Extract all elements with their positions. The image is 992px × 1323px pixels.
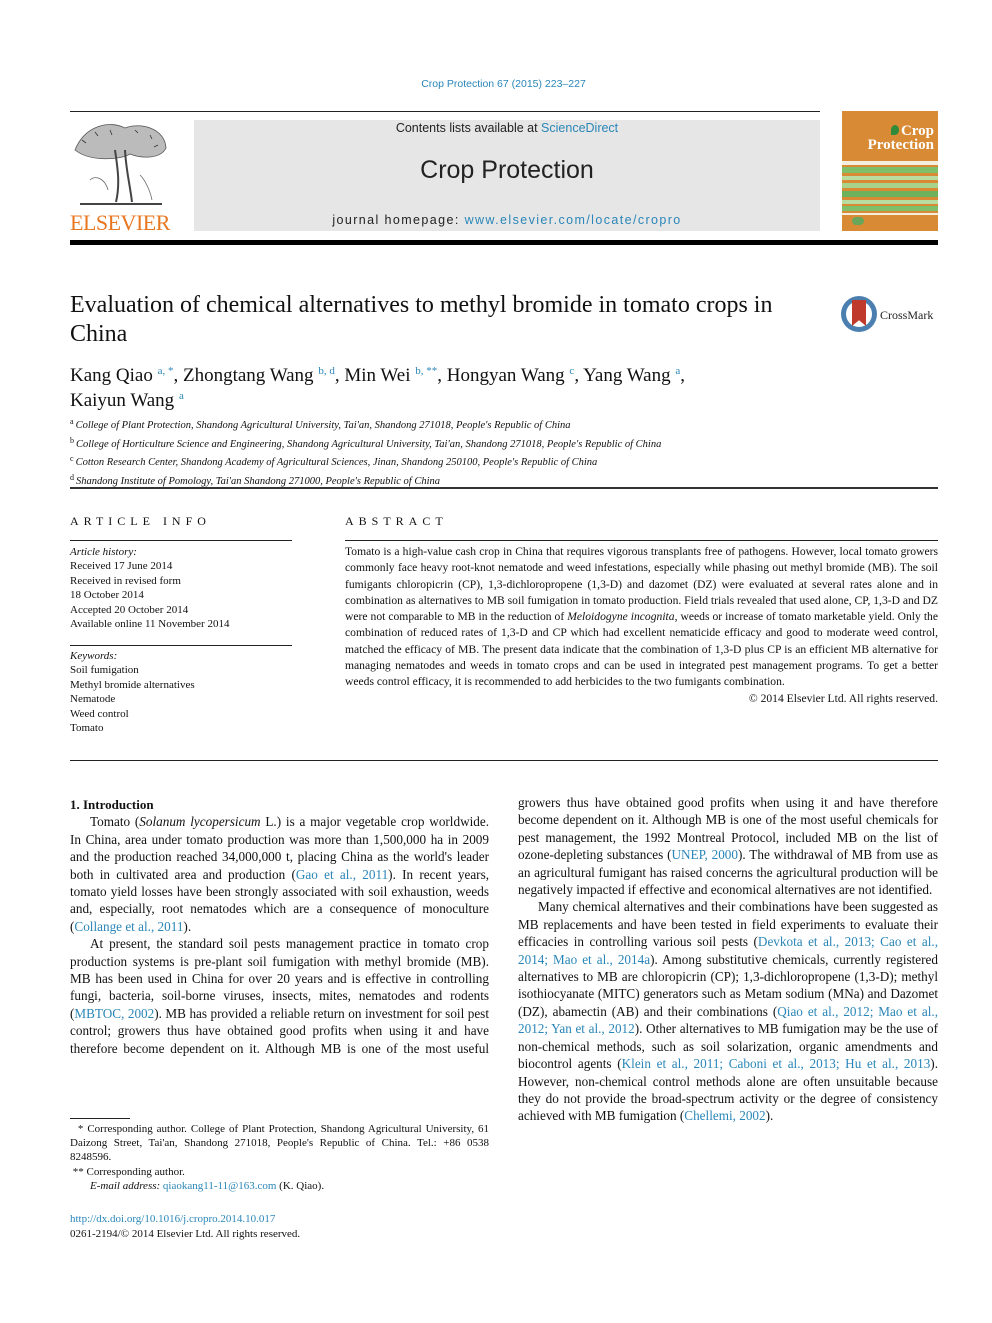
cover-stripe: [842, 206, 938, 211]
author-name[interactable]: Min Wei: [344, 365, 410, 386]
footnote-corresponding-1: * Corresponding author. College of Plant…: [70, 1123, 490, 1164]
paragraph: Tomato (Solanum lycopersicum L.) is a ma…: [70, 814, 489, 934]
keyword-item: Nematode: [70, 693, 116, 706]
abstract-rule: [345, 540, 938, 541]
doi-link[interactable]: http://dx.doi.org/10.1016/j.cropro.2014.…: [70, 1213, 275, 1225]
elsevier-wordmark: ELSEVIER: [70, 210, 170, 235]
footnote-rule: [70, 1118, 130, 1119]
history-item: Received 17 June 2014: [70, 560, 173, 573]
affiliation-item: a College of Plant Protection, Shandong A…: [70, 417, 571, 431]
abstract-copyright: © 2014 Elsevier Ltd. All rights reserved…: [748, 691, 938, 705]
cover-stripe: [842, 167, 938, 173]
sciencedirect-link[interactable]: ScienceDirect: [541, 121, 618, 135]
author-marks[interactable]: b, d: [318, 365, 335, 377]
article-info-rule: [70, 540, 292, 541]
body-divider: [70, 760, 938, 761]
affiliation-item: c Cotton Research Center, Shandong Academ…: [70, 454, 598, 468]
society-logo-icon: [852, 217, 864, 225]
journal-cover-thumbnail[interactable]: Crop Protection: [842, 111, 938, 231]
reference-link[interactable]: Gao et al., 2011: [296, 867, 388, 882]
history-label: Article history:: [70, 546, 137, 558]
body-left-column: 1. Introduction Tomato (Solanum lycopers…: [70, 796, 489, 1057]
elsevier-tree-icon: [74, 124, 167, 205]
article-info-heading: ARTICLE INFO: [70, 514, 211, 528]
abstract-heading: ABSTRACT: [345, 514, 448, 528]
issn-line: 0261-2194/© 2014 Elsevier Ltd. All right…: [70, 1228, 301, 1240]
affiliation-list: a College of Plant Protection, Shandong A…: [70, 415, 830, 489]
paragraph-continued: growers thus have obtained good profits …: [518, 795, 938, 898]
paragraph: Many chemical alternatives and their com…: [518, 899, 939, 1124]
masthead-rule: [70, 240, 938, 245]
keywords-rule: [70, 645, 292, 646]
journal-masthead: Contents lists available at ScienceDirec…: [194, 120, 820, 231]
header-rule: [70, 111, 820, 112]
keyword-item: Tomato: [70, 722, 104, 735]
abstract-body: Tomato is a high-value cash crop in Chin…: [345, 544, 938, 707]
keywords: Keywords: Soil fumigation Methyl bromide…: [70, 649, 292, 735]
cover-stripe: [842, 176, 938, 180]
reference-link[interactable]: Klein et al., 2011; Caboni et al., 2013;…: [622, 1056, 931, 1071]
abstract-text: Tomato is a high-value cash crop in Chin…: [345, 545, 938, 689]
history-item: Available online 11 November 2014: [70, 618, 230, 631]
elsevier-logo[interactable]: ELSEVIER: [70, 120, 175, 235]
species-name: Meloidogyne incognita: [567, 610, 675, 624]
history-item: Received in revised form: [70, 574, 181, 587]
keyword-item: Methyl bromide alternatives: [70, 678, 195, 691]
keyword-item: Weed control: [70, 707, 129, 720]
section-divider: [70, 487, 938, 489]
paper-title: Evaluation of chemical alternatives to m…: [70, 292, 773, 347]
journal-name: Crop Protection: [420, 156, 594, 184]
footnotes: * Corresponding author. College of Plant…: [70, 1122, 489, 1193]
cover-stripe: [842, 200, 938, 204]
contents-prefix: Contents lists available at: [395, 121, 542, 135]
reference-link[interactable]: Collange et al., 2011: [74, 919, 183, 934]
cover-stripe: [842, 183, 938, 188]
crossmark-badge[interactable]: CrossMark: [841, 296, 941, 334]
author-marks[interactable]: a: [179, 390, 184, 402]
cover-stripe: [842, 213, 938, 215]
author-name[interactable]: Hongyan Wang: [447, 365, 565, 386]
author-marks[interactable]: b, **: [415, 365, 437, 377]
cover-stripe: [842, 161, 938, 165]
journal-homepage: journal homepage: www.elsevier.com/locat…: [194, 213, 820, 227]
author-marks[interactable]: a: [675, 365, 680, 377]
journal-citation[interactable]: Crop Protection 67 (2015) 223–227: [0, 78, 992, 90]
homepage-prefix: journal homepage:: [332, 213, 465, 227]
reference-link[interactable]: Chellemi, 2002: [684, 1108, 765, 1123]
paragraph: At present, the standard soil pests mana…: [70, 936, 489, 1056]
reference-link[interactable]: MBTOC, 2002: [74, 1006, 154, 1021]
author-name[interactable]: Yang Wang: [583, 365, 671, 386]
author-list: Kang Qiao a, *, Zhongtang Wang b, d, Min…: [70, 365, 686, 411]
body-right-column: growers thus have obtained good profits …: [518, 794, 938, 1125]
history-item: 18 October 2014: [70, 589, 144, 602]
article-history: Article history: Received 17 June 2014 R…: [70, 545, 292, 631]
footnote-corresponding-2: ** Corresponding author.: [72, 1165, 185, 1178]
author-marks[interactable]: c: [569, 365, 574, 377]
author-marks[interactable]: a, *: [158, 365, 174, 377]
reference-link[interactable]: UNEP, 2000: [671, 847, 738, 862]
author-name[interactable]: Kang Qiao: [70, 365, 153, 386]
footnote-email: E-mail address: qiaokang11-11@163.com (K…: [90, 1179, 325, 1192]
keywords-label: Keywords:: [70, 650, 118, 662]
affiliation-item: b College of Horticulture Science and Eng…: [70, 435, 662, 450]
contents-line: Contents lists available at ScienceDirec…: [194, 121, 820, 135]
cover-stripe: [842, 191, 938, 197]
keyword-item: Soil fumigation: [70, 664, 139, 677]
history-item: Accepted 20 October 2014: [70, 603, 189, 616]
leaf-icon: [890, 125, 899, 135]
author-name[interactable]: Zhongtang Wang: [183, 365, 314, 386]
author-name[interactable]: Kaiyun Wang: [70, 390, 174, 411]
doi-block: http://dx.doi.org/10.1016/j.cropro.2014.…: [70, 1212, 300, 1242]
introduction-heading: 1. Introduction: [70, 797, 154, 812]
email-link[interactable]: qiaokang11-11@163.com: [163, 1180, 277, 1192]
homepage-link[interactable]: www.elsevier.com/locate/cropro: [465, 213, 682, 227]
cover-title: Crop Protection: [867, 123, 934, 153]
crossmark-label: CrossMark: [880, 308, 934, 322]
